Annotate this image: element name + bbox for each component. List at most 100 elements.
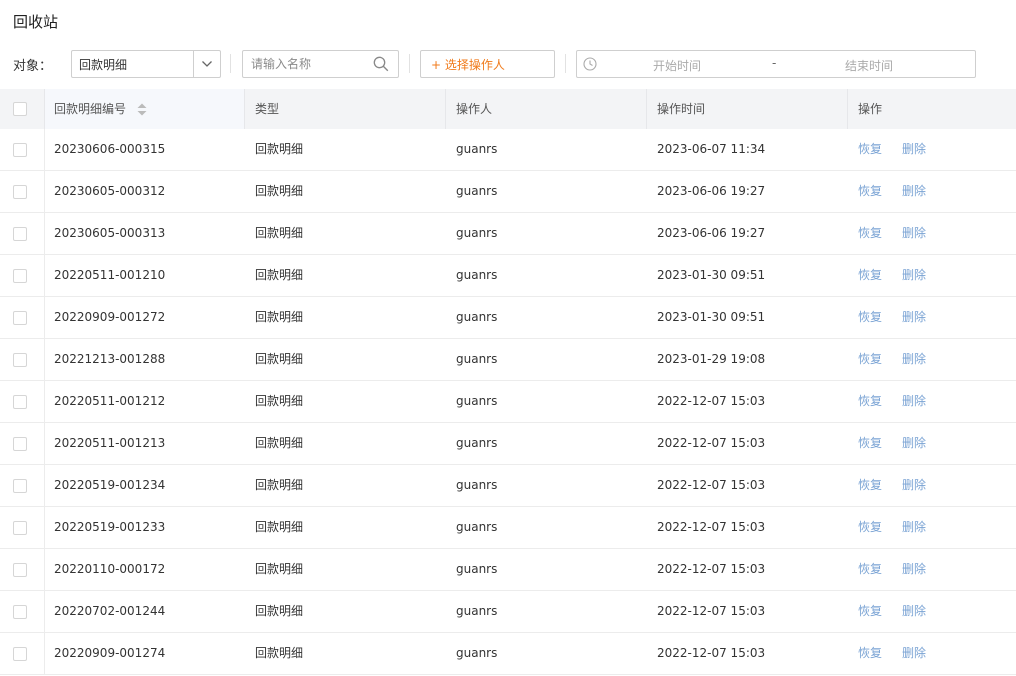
cell-time: 2023-06-07 11:34 <box>657 142 766 156</box>
column-divider <box>44 297 45 338</box>
row-checkbox[interactable] <box>13 521 27 535</box>
cell-type: 回款明细 <box>255 226 304 240</box>
cell-operator: guanrs <box>456 142 498 156</box>
end-time-input[interactable]: 结束时间 <box>845 57 893 74</box>
cell-operator: guanrs <box>456 436 498 450</box>
table-row: 20220702-001244 回款明细 guanrs 2022-12-07 15:0… <box>0 591 1016 633</box>
cell-time: 2023-01-29 19:08 <box>657 352 766 366</box>
delete-link[interactable]: 删除 <box>902 423 926 464</box>
delete-link[interactable]: 删除 <box>902 507 926 548</box>
restore-link[interactable]: 恢复 <box>858 507 882 548</box>
row-checkbox[interactable] <box>13 479 27 493</box>
cell-id: 20230606-000315 <box>54 142 166 156</box>
restore-link[interactable]: 恢复 <box>858 465 882 506</box>
delete-link[interactable]: 删除 <box>902 549 926 590</box>
table-row: 20220519-001234 回款明细 guanrs 2022-12-07 15:0… <box>0 465 1016 507</box>
cell-time: 2022-12-07 15:03 <box>657 646 766 660</box>
cell-operator: guanrs <box>456 310 498 324</box>
select-operator-label: + 选择操作人 <box>431 58 505 72</box>
delete-link[interactable]: 删除 <box>902 339 926 380</box>
cell-id: 20220511-001210 <box>54 268 166 282</box>
start-time-input[interactable]: 开始时间 <box>653 57 703 74</box>
restore-link[interactable]: 恢复 <box>858 213 882 254</box>
object-select[interactable]: 回款明细 <box>71 50 221 78</box>
cell-operator: guanrs <box>456 184 498 198</box>
table-row: 20230605-000312 回款明细 guanrs 2023-06-06 19:2… <box>0 171 1016 213</box>
cell-id: 20220702-001244 <box>54 604 166 618</box>
cell-type: 回款明细 <box>255 436 304 450</box>
delete-link[interactable]: 删除 <box>902 591 926 632</box>
column-divider <box>44 465 45 506</box>
table-row: 20221213-001288 回款明细 guanrs 2023-01-29 19:0… <box>0 339 1016 381</box>
delete-link[interactable]: 删除 <box>902 297 926 338</box>
restore-link[interactable]: 恢复 <box>858 591 882 632</box>
cell-id: 20221213-001288 <box>54 352 166 366</box>
search-icon[interactable] <box>373 56 389 72</box>
restore-link[interactable]: 恢复 <box>858 423 882 464</box>
row-checkbox[interactable] <box>13 227 27 241</box>
filter-toolbar: 对象： 回款明细 + 选择操作人 开始时间 - 结束时间 <box>0 50 1016 78</box>
cell-id: 20220909-001272 <box>54 310 166 324</box>
page-title: 回收站 <box>13 13 59 31</box>
cell-time: 2023-06-06 19:27 <box>657 226 766 240</box>
delete-link[interactable]: 删除 <box>902 255 926 296</box>
restore-link[interactable]: 恢复 <box>858 129 882 170</box>
table-row: 20220110-000172 回款明细 guanrs 2022-12-07 15:0… <box>0 549 1016 591</box>
cell-time: 2022-12-07 15:03 <box>657 520 766 534</box>
cell-operator: guanrs <box>456 646 498 660</box>
cell-type: 回款明细 <box>255 604 304 618</box>
row-checkbox[interactable] <box>13 311 27 325</box>
delete-link[interactable]: 删除 <box>902 171 926 212</box>
cell-operator: guanrs <box>456 268 498 282</box>
row-checkbox[interactable] <box>13 185 27 199</box>
delete-link[interactable]: 删除 <box>902 129 926 170</box>
toolbar-divider <box>230 54 231 73</box>
row-checkbox[interactable] <box>13 395 27 409</box>
cell-type: 回款明细 <box>255 394 304 408</box>
chevron-down-icon <box>202 61 212 67</box>
table-row: 20220519-001233 回款明细 guanrs 2022-12-07 15:0… <box>0 507 1016 549</box>
delete-link[interactable]: 删除 <box>902 381 926 422</box>
select-operator-button[interactable]: + 选择操作人 <box>420 50 555 78</box>
cell-id: 20230605-000312 <box>54 184 166 198</box>
table-row: 20220909-001272 回款明细 guanrs 2023-01-30 09:5… <box>0 297 1016 339</box>
cell-type: 回款明细 <box>255 520 304 534</box>
table-row: 20220511-001212 回款明细 guanrs 2022-12-07 15:0… <box>0 381 1016 423</box>
row-checkbox[interactable] <box>13 353 27 367</box>
header-id[interactable]: 回款明细编号 <box>45 89 245 129</box>
search-input[interactable] <box>251 54 366 74</box>
cell-time: 2022-12-07 15:03 <box>657 562 766 576</box>
row-checkbox[interactable] <box>13 647 27 661</box>
clock-icon <box>583 57 597 71</box>
select-arrow-button[interactable] <box>193 51 220 77</box>
restore-link[interactable]: 恢复 <box>858 297 882 338</box>
select-all-checkbox[interactable] <box>13 102 27 116</box>
row-checkbox[interactable] <box>13 605 27 619</box>
delete-link[interactable]: 删除 <box>902 213 926 254</box>
row-checkbox[interactable] <box>13 143 27 157</box>
column-divider <box>44 171 45 212</box>
delete-link[interactable]: 删除 <box>902 465 926 506</box>
row-checkbox[interactable] <box>13 269 27 283</box>
table-header: 回款明细编号 类型 操作人 操作时间 操作 <box>0 89 1016 129</box>
toolbar-divider <box>565 54 566 73</box>
column-divider <box>44 381 45 422</box>
restore-link[interactable]: 恢复 <box>858 633 882 674</box>
cell-id: 20220511-001212 <box>54 394 166 408</box>
delete-link[interactable]: 删除 <box>902 633 926 674</box>
row-checkbox[interactable] <box>13 437 27 451</box>
restore-link[interactable]: 恢复 <box>858 255 882 296</box>
restore-link[interactable]: 恢复 <box>858 381 882 422</box>
cell-operator: guanrs <box>456 352 498 366</box>
object-select-value: 回款明细 <box>79 58 128 72</box>
restore-link[interactable]: 恢复 <box>858 171 882 212</box>
toolbar-divider <box>409 54 410 73</box>
restore-link[interactable]: 恢复 <box>858 549 882 590</box>
search-box <box>242 50 399 78</box>
date-range-picker[interactable]: 开始时间 - 结束时间 <box>576 50 976 78</box>
sort-icon[interactable] <box>137 103 147 116</box>
table-row: 20220511-001210 回款明细 guanrs 2023-01-30 09:5… <box>0 255 1016 297</box>
restore-link[interactable]: 恢复 <box>858 339 882 380</box>
column-divider <box>44 633 45 674</box>
row-checkbox[interactable] <box>13 563 27 577</box>
